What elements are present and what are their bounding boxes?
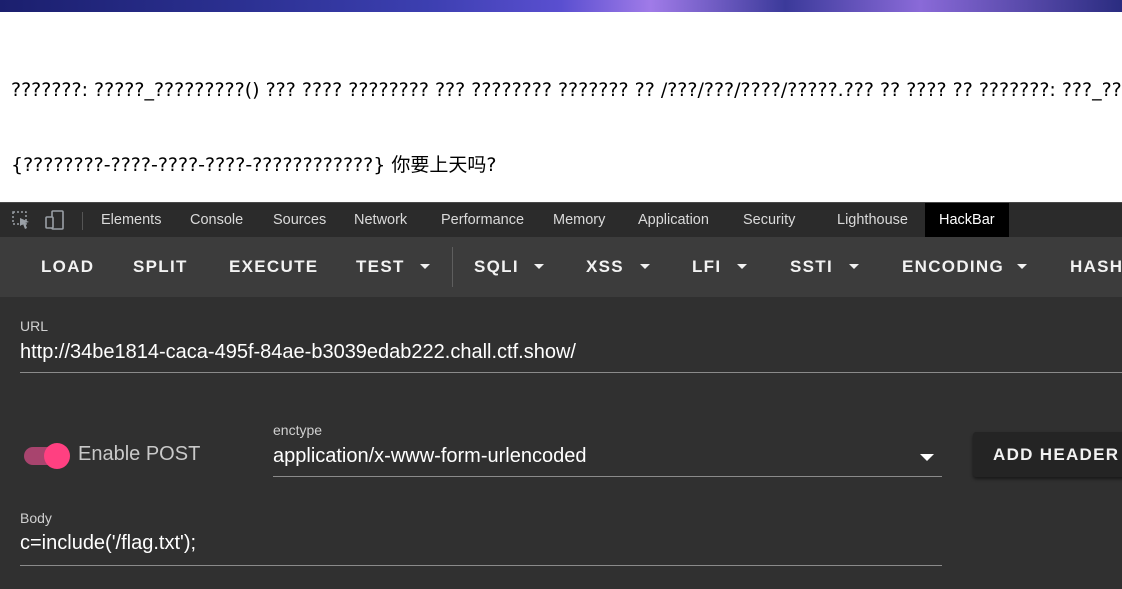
body-input[interactable]: c=include('/flag.txt'); <box>20 532 196 555</box>
body-label: Body <box>20 510 52 526</box>
enable-post-toggle[interactable] <box>44 443 70 469</box>
body-input-underline <box>20 565 942 566</box>
execute-button[interactable]: EXECUTE <box>229 237 318 297</box>
tab-lighthouse[interactable]: Lighthouse <box>837 203 908 237</box>
ssti-chevron-down-icon[interactable] <box>849 264 859 269</box>
devtools-divider <box>82 212 83 230</box>
page-output-line-2: {????????-????-????-????-????????????} 你… <box>11 154 497 176</box>
enctype-select-underline <box>273 476 942 477</box>
sqli-chevron-down-icon[interactable] <box>534 264 544 269</box>
enctype-label: enctype <box>273 422 323 438</box>
page-output-line-1: ???????: ?????_?????????() ??? ???? ????… <box>11 79 1122 101</box>
tab-security[interactable]: Security <box>743 203 795 237</box>
page-output: ???????: ?????_?????????() ??? ???? ????… <box>11 28 1122 203</box>
url-input[interactable]: http://34be1814-caca-495f-84ae-b3039edab… <box>20 341 576 364</box>
encoding-chevron-down-icon[interactable] <box>1017 264 1027 269</box>
tab-memory[interactable]: Memory <box>553 203 605 237</box>
split-button[interactable]: SPLIT <box>133 237 188 297</box>
enctype-dropdown-icon[interactable] <box>920 454 934 461</box>
hackbar-toolbar: LOAD SPLIT EXECUTE TEST SQLI XSS LFI SST… <box>0 237 1122 297</box>
url-input-underline <box>20 372 1122 373</box>
load-button[interactable]: LOAD <box>41 237 94 297</box>
tab-sources[interactable]: Sources <box>273 203 326 237</box>
page-banner-image <box>0 0 1122 12</box>
tab-performance[interactable]: Performance <box>441 203 524 237</box>
sqli-menu-button[interactable]: SQLI <box>474 237 519 297</box>
lfi-menu-button[interactable]: LFI <box>692 237 721 297</box>
enctype-select[interactable]: application/x-www-form-urlencoded <box>273 445 586 468</box>
toolbar-divider <box>452 247 453 287</box>
enable-post-label[interactable]: Enable POST <box>78 443 200 466</box>
ssti-menu-button[interactable]: SSTI <box>790 237 833 297</box>
lfi-chevron-down-icon[interactable] <box>737 264 747 269</box>
hash-menu-button[interactable]: HASH <box>1070 237 1122 297</box>
test-chevron-down-icon[interactable] <box>420 264 430 269</box>
encoding-menu-button[interactable]: ENCODING <box>902 237 1004 297</box>
url-label: URL <box>20 318 49 334</box>
xss-menu-button[interactable]: XSS <box>586 237 624 297</box>
add-header-button[interactable]: ADD HEADER <box>973 432 1122 477</box>
test-menu-button[interactable]: TEST <box>356 237 405 297</box>
tab-console[interactable]: Console <box>190 203 243 237</box>
tab-network[interactable]: Network <box>354 203 407 237</box>
tab-application[interactable]: Application <box>638 203 709 237</box>
device-toolbar-icon[interactable] <box>44 210 66 230</box>
tab-elements[interactable]: Elements <box>101 203 161 237</box>
inspect-element-icon[interactable] <box>11 210 33 230</box>
hackbar-panel: URL http://34be1814-caca-495f-84ae-b3039… <box>0 297 1122 589</box>
xss-chevron-down-icon[interactable] <box>640 264 650 269</box>
tab-hackbar[interactable]: HackBar <box>925 203 1009 237</box>
devtools-tab-bar: Elements Console Sources Network Perform… <box>0 202 1122 237</box>
